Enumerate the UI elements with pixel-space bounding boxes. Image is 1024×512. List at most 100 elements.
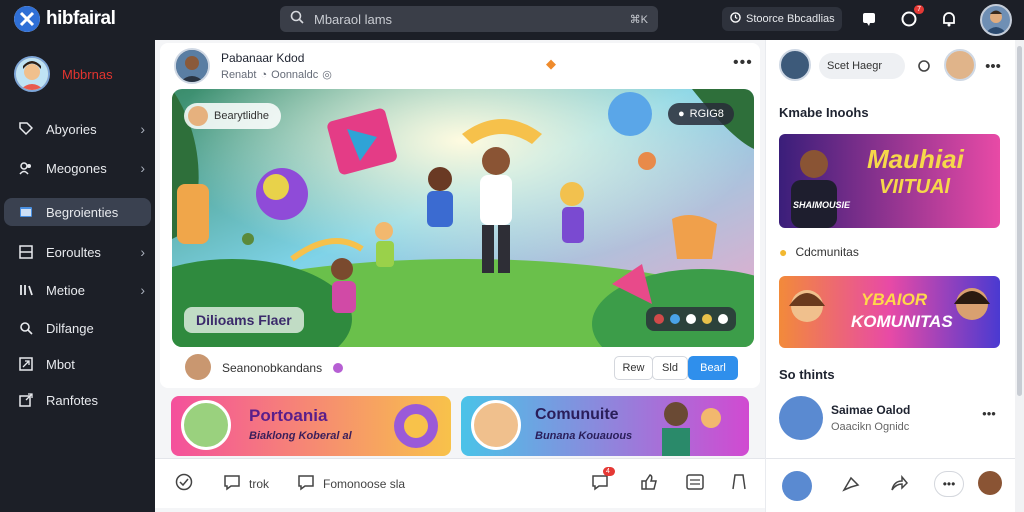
messages-badge: 4 xyxy=(603,467,615,476)
comment-button[interactable]: Fomonoose sla xyxy=(297,473,405,494)
sidebar-profile[interactable]: Mbbrnas xyxy=(14,56,113,92)
sidebar: Mbbrnas Abyories › Meogones › Begroienti… xyxy=(0,40,155,512)
right-user-avatar[interactable] xyxy=(779,49,811,81)
image-stats-pill[interactable]: ● RGIG8 xyxy=(668,103,734,125)
scrollbar[interactable] xyxy=(1015,40,1024,512)
more-options-icon[interactable]: ••• xyxy=(978,402,1000,424)
app-logo[interactable]: hibfairal xyxy=(14,6,116,32)
notification-badge: 7 xyxy=(914,5,924,14)
search-bar[interactable]: ⌘K xyxy=(280,6,658,32)
thumbnail-title: Comunuite xyxy=(535,406,619,423)
right-search-pill[interactable]: Scet Haegr xyxy=(819,53,905,79)
control-dot-icon[interactable] xyxy=(686,314,696,324)
thumbnail-subtitle: Bunana Kouauous xyxy=(535,430,633,442)
chevron-right-icon: › xyxy=(140,282,145,298)
control-dot-icon[interactable] xyxy=(670,314,680,324)
post-image[interactable]: Bearytlidhe ● RGIG8 Dilioams Flaer xyxy=(172,89,754,347)
chat-icon[interactable] xyxy=(858,8,880,30)
image-stats-label: RGIG8 xyxy=(689,108,724,120)
post-meta: Renabt ◔ Oonnaldc ◎ xyxy=(221,68,332,82)
bar-avatar[interactable] xyxy=(782,471,812,501)
sidebar-item-metioe[interactable]: Metioe › xyxy=(4,276,151,304)
sidebar-item-label: Ranfotes xyxy=(46,392,99,408)
bookmark-icon[interactable] xyxy=(729,473,749,491)
reaction-icon[interactable]: ◆ xyxy=(546,56,556,72)
share-button[interactable]: Sld xyxy=(652,356,688,380)
sidebar-item-meogones[interactable]: Meogones › xyxy=(4,154,151,182)
reply-button[interactable]: trok xyxy=(223,473,269,494)
community-label: Cdcmunitas xyxy=(795,245,859,259)
scrollbar-thumb[interactable] xyxy=(1017,46,1022,396)
export-icon xyxy=(18,392,34,408)
check-icon[interactable] xyxy=(175,473,193,491)
sidebar-item-label: Metioe xyxy=(46,282,86,298)
thumbnail-avatar xyxy=(181,400,231,450)
search-icon xyxy=(290,10,304,29)
thumbnail-card-2[interactable]: Comunuite Bunana Kouauous xyxy=(461,396,749,456)
sidebar-item-dilfange[interactable]: Dilfange xyxy=(4,314,151,342)
sidebar-item-ranfotes[interactable]: Ranfotes xyxy=(4,386,151,414)
sidebar-item-begroienties[interactable]: Begroienties xyxy=(4,198,151,226)
view-button[interactable]: Rew xyxy=(614,356,653,380)
profile-avatar xyxy=(14,56,50,92)
thumbnail-decoration xyxy=(394,404,438,448)
user-icon: ● xyxy=(678,108,685,120)
post-author-avatar[interactable] xyxy=(174,48,210,84)
more-options-icon[interactable]: ••• xyxy=(733,54,753,72)
settings-icon: ◎ xyxy=(322,69,332,81)
tag-icon xyxy=(18,121,34,137)
promo-2-title: YBAIOR xyxy=(861,290,928,309)
control-dot-icon[interactable] xyxy=(702,314,712,324)
commenter-avatar[interactable] xyxy=(185,354,211,380)
chip-avatar xyxy=(188,106,208,126)
like-icon[interactable] xyxy=(639,473,659,491)
sidebar-item-mbot[interactable]: Mbot xyxy=(4,350,151,378)
promo-1-subtitle: VIITUAl xyxy=(879,176,951,198)
share-icon[interactable] xyxy=(840,473,862,495)
circle-icon[interactable] xyxy=(913,55,935,77)
section-title-1: Kmabe Inoohs xyxy=(779,105,869,120)
promo-card-2[interactable]: YBAIOR KOMUNITAS xyxy=(779,276,1000,348)
chevron-right-icon: › xyxy=(140,121,145,137)
messages-icon[interactable]: 4 xyxy=(591,467,615,491)
control-dot-icon[interactable] xyxy=(718,314,728,324)
sidebar-item-eoroultes[interactable]: Eoroultes › xyxy=(4,238,151,266)
chat-bubble-icon xyxy=(223,473,241,494)
sidebar-item-label: Mbot xyxy=(46,356,75,372)
commenter-name[interactable]: Seanonobkandans xyxy=(222,361,322,375)
sidebar-item-label: Eoroultes xyxy=(46,244,101,260)
post-meta-primary: Renabt xyxy=(221,68,257,81)
status-button[interactable]: Stoorce Bbcadlias xyxy=(722,7,842,31)
search-shortcut: ⌘K xyxy=(629,13,648,26)
promo-1-title: Mauhiai xyxy=(867,144,964,174)
bell-icon[interactable] xyxy=(938,8,960,30)
forward-icon[interactable] xyxy=(888,473,910,495)
search-input[interactable] xyxy=(314,11,614,27)
thumbnail-card-1[interactable]: Portoania Biaklong Koberal al xyxy=(171,396,451,456)
image-controls[interactable] xyxy=(646,307,736,331)
community-row[interactable]: ● Cdcmunitas xyxy=(779,244,859,260)
suggested-user-meta: Oaacikn Ognidc xyxy=(831,421,910,433)
profile-icon[interactable] xyxy=(978,471,1002,495)
more-options-icon[interactable]: ••• xyxy=(982,55,1004,77)
post-author-name[interactable]: Pabanaar Kdod xyxy=(221,51,304,65)
control-dot-icon[interactable] xyxy=(654,314,664,324)
suggested-user-row[interactable]: Saimae Oalod Oaacikn Ognidc xyxy=(779,396,910,440)
library-icon xyxy=(18,282,34,298)
contact-avatar[interactable] xyxy=(944,49,976,81)
more-options-icon[interactable]: ••• xyxy=(934,471,964,497)
main-feed: Pabanaar Kdod Renabt ◔ Oonnaldc ◎ ◆ ••• xyxy=(155,40,765,512)
user-avatar[interactable] xyxy=(980,4,1012,36)
sidebar-item-label: Meogones xyxy=(46,160,107,176)
logo-icon xyxy=(14,6,40,32)
sidebar-item-label: Dilfange xyxy=(46,320,94,336)
clock-icon xyxy=(730,12,741,26)
promo-card-1[interactable]: Mauhiai VIITUAl SHAIMOUSIE xyxy=(779,134,1000,228)
image-author-chip[interactable]: Bearytlidhe xyxy=(184,103,282,129)
primary-action-button[interactable]: Bearl xyxy=(688,356,738,380)
notifications-icon[interactable]: 7 xyxy=(898,5,924,30)
comment-label: Fomonoose sla xyxy=(323,476,406,491)
gallery-icon[interactable] xyxy=(685,473,705,491)
sidebar-item-abyories[interactable]: Abyories › xyxy=(4,115,151,143)
right-action-bar: ••• xyxy=(766,458,1016,508)
